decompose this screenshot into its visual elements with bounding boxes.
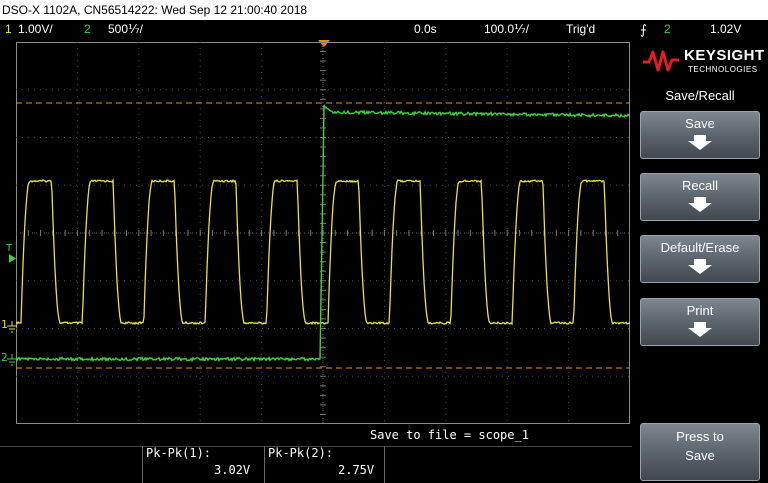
default-erase-label: Default/Erase [660, 240, 740, 255]
print-label: Print [686, 303, 714, 318]
status-bar: 1 1.00V/ 2 500⅐/ 0.0s 100.0⅐/ Trig'd ⨍ 2… [0, 20, 768, 39]
time-delay[interactable]: 0.0s [414, 20, 437, 39]
window-title: DSO-X 1102A, CN56514222: Wed Sep 12 21:0… [0, 0, 768, 20]
meas2-label: Pk-Pk(2): [268, 446, 334, 460]
ch1-scale[interactable]: 1.00V/ [18, 20, 53, 39]
brand-name: KEYSIGHT [684, 47, 765, 64]
keysight-logo: KEYSIGHT TECHNOLOGIES [642, 46, 768, 78]
ch2-ground-icon [7, 354, 17, 366]
ch2-number[interactable]: 2 [84, 20, 91, 39]
trigger-level-arrow-icon [9, 254, 16, 263]
trigger-source[interactable]: 2 [664, 20, 671, 39]
brand-subtitle: TECHNOLOGIES [688, 65, 758, 74]
down-arrow-icon [688, 259, 712, 274]
down-arrow-icon [688, 197, 712, 212]
softkey-panel: KEYSIGHT TECHNOLOGIES Save/Recall Save R… [632, 42, 768, 483]
print-softkey[interactable]: Print [640, 298, 760, 346]
waveform-display[interactable] [16, 42, 630, 424]
trigger-level[interactable]: 1.02V [710, 20, 741, 39]
save-to-file-status: Save to file = scope_1 [370, 428, 529, 442]
press-save-label: Save [685, 448, 715, 463]
recall-softkey[interactable]: Recall [640, 173, 760, 221]
time-scale[interactable]: 100.0⅐/ [484, 20, 529, 39]
press-to-save-softkey[interactable]: Press to Save [640, 423, 760, 481]
trigger-state: Trig'd [566, 22, 596, 36]
keysight-wave-icon [643, 50, 679, 72]
ch2-scale[interactable]: 500⅐/ [108, 20, 143, 39]
ch1-number[interactable]: 1 [5, 20, 12, 39]
down-arrow-icon [688, 135, 712, 150]
press-to-label: Press to [676, 429, 724, 444]
menu-title: Save/Recall [665, 88, 735, 103]
meas1-label: Pk-Pk(1): [146, 446, 212, 460]
down-arrow-icon [688, 322, 712, 337]
ch1-ground-icon [7, 321, 17, 333]
meas1-value: 3.02V [214, 463, 251, 477]
default-erase-softkey[interactable]: Default/Erase [640, 235, 760, 283]
recall-label: Recall [681, 178, 719, 193]
meas2-value: 2.75V [338, 463, 375, 477]
save-label: Save [685, 116, 715, 131]
save-softkey[interactable]: Save [640, 111, 760, 159]
graticule-svg [16, 42, 630, 424]
info-bar: Save to file = scope_1 Pk-Pk(1): 3.02V P… [0, 424, 632, 483]
trigger-level-marker: T [6, 243, 13, 254]
trigger-edge-icon: ⨍ [640, 22, 647, 37]
